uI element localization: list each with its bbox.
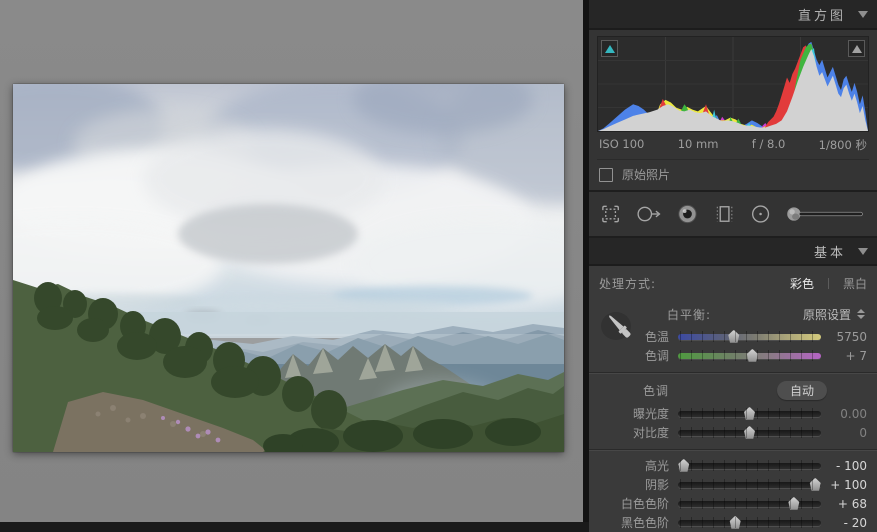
basic-panel-content: 处理方式: 彩色 黑白 白平衡: 原照设置	[589, 266, 877, 532]
blacks-value: - 20	[821, 516, 867, 530]
blacks-slider-row: 黑色色阶 - 20	[589, 513, 877, 532]
exposure-label: 曝光度	[599, 405, 669, 422]
auto-tone-button[interactable]: 自动	[777, 381, 827, 400]
highlights-value: - 100	[821, 459, 867, 473]
whites-slider[interactable]	[678, 501, 821, 507]
treatment-row: 处理方式: 彩色 黑白	[589, 269, 877, 298]
temperature-value: 5750	[821, 330, 867, 344]
updown-arrows-icon	[857, 309, 865, 319]
histogram-section	[589, 30, 877, 132]
photo-preview[interactable]	[13, 84, 564, 452]
contrast-value: 0	[821, 426, 867, 440]
original-photo-row: 原始照片	[597, 159, 869, 190]
section-divider	[589, 372, 877, 373]
highlight-clipping-indicator[interactable]	[848, 40, 865, 57]
whites-slider-row: 白色色阶 + 68	[589, 494, 877, 513]
treatment-label: 处理方式:	[599, 275, 656, 292]
original-photo-label: 原始照片	[622, 166, 670, 183]
chevron-down-icon[interactable]	[858, 11, 868, 18]
contrast-slider[interactable]	[678, 430, 821, 436]
temperature-slider[interactable]	[678, 334, 821, 340]
exif-info-row: ISO 100 10 mm f / 8.0 1/800 秒	[589, 132, 877, 159]
exposure-slider-thumb[interactable]	[743, 407, 756, 420]
tint-slider-row: 色调 + 7	[589, 346, 877, 365]
contrast-slider-row: 对比度 0	[589, 423, 877, 442]
landscape-photo	[13, 84, 564, 452]
exif-aperture: f / 8.0	[752, 137, 786, 153]
tint-slider[interactable]	[678, 353, 821, 359]
blacks-slider[interactable]	[678, 520, 821, 526]
lightroom-develop-window: 直方图 ISO 100 10 mm f / 8.0	[0, 0, 877, 522]
temperature-slider-thumb[interactable]	[727, 330, 740, 343]
histogram-panel-header[interactable]: 直方图	[589, 0, 877, 30]
basic-panel-title: 基本	[814, 242, 846, 261]
tint-label: 色调	[599, 347, 669, 364]
highlights-label: 高光	[599, 457, 669, 474]
spot-removal-icon[interactable]	[635, 201, 662, 227]
exposure-slider[interactable]	[678, 411, 821, 417]
treatment-option-color[interactable]: 彩色	[790, 275, 814, 292]
section-divider	[589, 449, 877, 450]
shadows-slider[interactable]	[678, 482, 821, 488]
exposure-value: 0.00	[821, 407, 867, 421]
shadow-clipping-indicator[interactable]	[601, 40, 618, 57]
exif-focal-length: 10 mm	[678, 137, 719, 153]
photo-canvas	[0, 0, 583, 522]
highlights-slider-thumb[interactable]	[677, 459, 690, 472]
histogram-panel-title: 直方图	[798, 5, 846, 24]
tone-section-header: 色调 自动	[589, 379, 877, 402]
highlights-slider-row: 高光 - 100	[589, 456, 877, 475]
basic-panel-header[interactable]: 基本	[589, 236, 877, 266]
white-balance-section: 白平衡: 原照设置 色温 5750 色调 + 7	[589, 298, 877, 365]
tint-slider-thumb[interactable]	[746, 349, 759, 362]
contrast-label: 对比度	[599, 424, 669, 441]
shadows-slider-row: 阴影 + 100	[589, 475, 877, 494]
shadows-slider-thumb[interactable]	[809, 478, 822, 491]
tool-strip	[589, 190, 877, 236]
contrast-slider-thumb[interactable]	[743, 426, 756, 439]
white-balance-preset-value: 原照设置	[803, 306, 851, 323]
exif-iso: ISO 100	[599, 137, 644, 153]
whites-label: 白色色阶	[599, 495, 669, 512]
whites-slider-thumb[interactable]	[787, 497, 800, 510]
exif-shutter: 1/800 秒	[819, 137, 867, 153]
blacks-label: 黑色色阶	[599, 514, 669, 531]
adjustment-brush-icon[interactable]	[785, 201, 867, 227]
tone-section-label: 色调	[599, 382, 669, 399]
shadows-value: + 100	[821, 478, 867, 492]
shadow-clipping-triangle-icon	[605, 45, 615, 53]
original-photo-checkbox[interactable]	[599, 168, 613, 182]
treatment-option-bw[interactable]: 黑白	[843, 275, 867, 292]
blacks-slider-thumb[interactable]	[729, 516, 742, 529]
graduated-filter-icon[interactable]	[713, 201, 736, 227]
red-eye-icon[interactable]	[675, 200, 700, 228]
histogram[interactable]	[597, 36, 869, 132]
exposure-slider-row: 曝光度 0.00	[589, 404, 877, 423]
highlights-slider[interactable]	[678, 463, 821, 469]
radial-filter-icon[interactable]	[749, 201, 772, 227]
treatment-option-divider	[828, 278, 829, 289]
white-balance-eyedropper-icon[interactable]	[598, 304, 636, 346]
chevron-down-icon[interactable]	[858, 248, 868, 255]
crop-tool-icon[interactable]	[599, 201, 622, 227]
shadows-label: 阴影	[599, 476, 669, 493]
whites-value: + 68	[821, 497, 867, 511]
right-panel: 直方图 ISO 100 10 mm f / 8.0	[589, 0, 877, 522]
highlight-clipping-triangle-icon	[852, 45, 862, 53]
tint-value: + 7	[821, 349, 867, 363]
white-balance-preset-select[interactable]: 原照设置	[803, 306, 867, 323]
